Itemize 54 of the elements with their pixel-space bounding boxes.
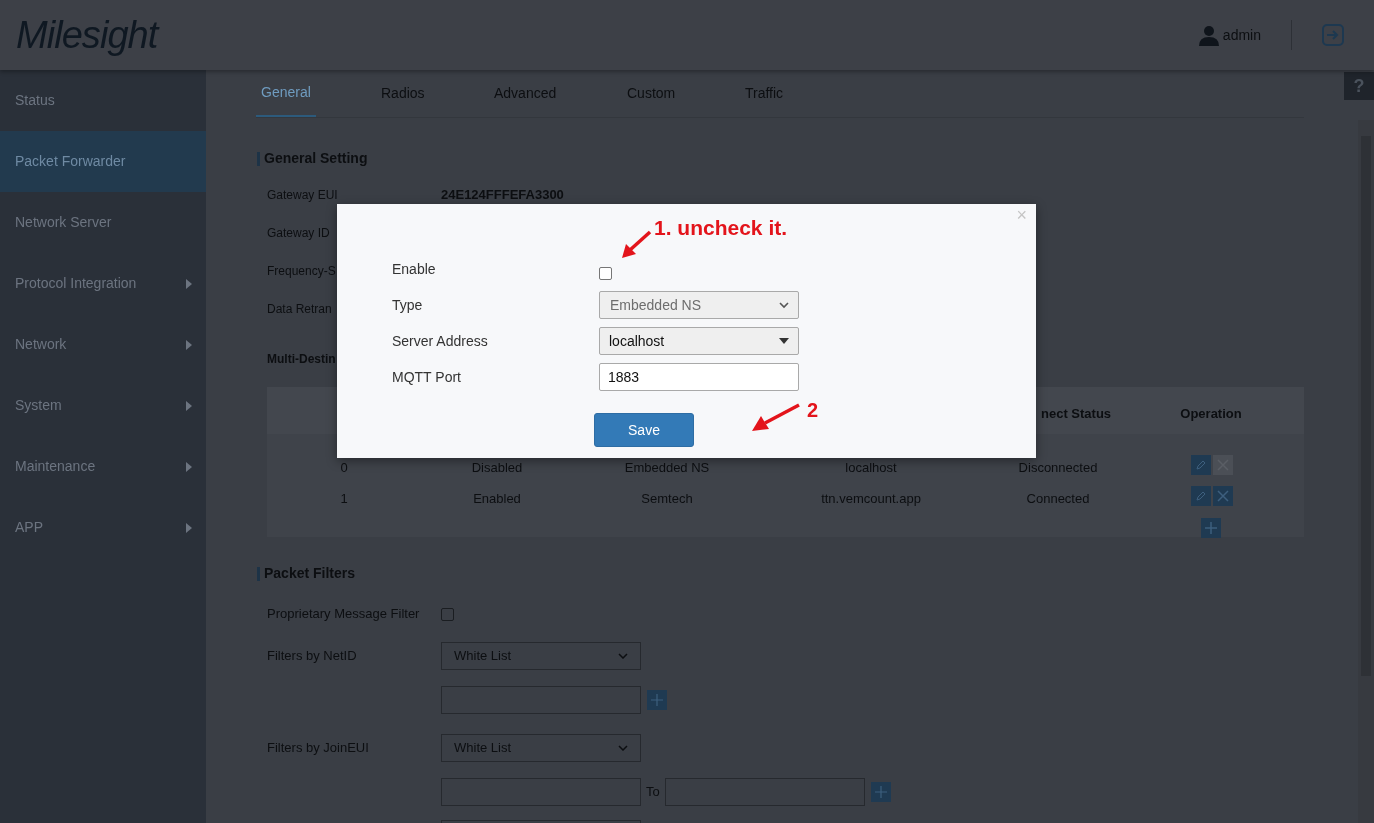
plus-icon <box>651 694 663 706</box>
field-label: MQTT Port <box>392 369 461 385</box>
input-field[interactable]: 1883 <box>599 363 799 391</box>
table-cell-text: Enabled <box>473 490 521 508</box>
annotation-text: 1. uncheck it. <box>654 215 788 241</box>
help-button[interactable]: ? <box>1344 72 1374 100</box>
field-label: Type <box>392 297 423 313</box>
annotation-text: 2 <box>807 398 819 423</box>
tab[interactable]: General <box>256 70 316 117</box>
delete-button[interactable] <box>1213 486 1233 506</box>
table-cell-text: ttn.vemcount.app <box>821 490 921 508</box>
chevron-down-icon <box>779 301 789 309</box>
edit-button[interactable] <box>1191 455 1211 475</box>
table-cell-text: localhost <box>845 459 897 477</box>
user-icon <box>1198 24 1219 46</box>
column-header: Operation <box>1180 405 1242 423</box>
sidebar-item[interactable]: Maintenance <box>0 436 206 497</box>
sidebar-item[interactable]: Packet Forwarder <box>0 131 206 192</box>
edit-button[interactable] <box>1191 486 1211 506</box>
delete-button[interactable] <box>1213 455 1233 475</box>
checkbox[interactable] <box>441 607 454 621</box>
sidebar-item[interactable]: System <box>0 375 206 436</box>
field-label: Server Address <box>392 333 488 349</box>
sidebar-item[interactable]: Protocol Integration <box>0 253 206 314</box>
close-icon <box>1217 490 1229 502</box>
pencil-icon <box>1195 459 1207 471</box>
table-cell-text: Semtech <box>641 490 693 508</box>
arrow <box>620 230 652 260</box>
column-header: nect Status <box>1041 405 1112 423</box>
plus-icon <box>1205 522 1217 534</box>
sidebar-item[interactable]: APP <box>0 497 206 558</box>
table-cell-text: Connected <box>1026 490 1090 508</box>
close-button[interactable]: × <box>1016 206 1027 224</box>
add-button[interactable] <box>1201 518 1221 538</box>
table-cell-text: Disabled <box>471 459 523 477</box>
chevron-down-icon <box>618 653 628 659</box>
triangle-down-icon <box>779 338 789 344</box>
sidebar-item[interactable]: Network Server <box>0 192 206 253</box>
pencil-icon <box>1195 490 1207 502</box>
plus-icon <box>874 786 887 798</box>
sidebar-item[interactable]: Status <box>0 70 206 131</box>
field-label: Enable <box>392 261 436 277</box>
table-cell-text: Embedded NS <box>624 459 710 477</box>
chevron-down-icon <box>618 745 628 751</box>
select-field[interactable]: localhost <box>599 327 799 355</box>
logout-icon[interactable] <box>1322 24 1344 46</box>
sidebar-item[interactable]: Network <box>0 314 206 375</box>
checkbox[interactable] <box>599 266 612 280</box>
save-button[interactable]: Save <box>594 413 694 447</box>
table-cell-text: Disconnected <box>1018 459 1098 477</box>
table-cell-text: 1 <box>340 490 348 508</box>
add-button[interactable] <box>647 690 667 710</box>
arrow <box>751 403 801 433</box>
add-button[interactable] <box>870 782 891 802</box>
